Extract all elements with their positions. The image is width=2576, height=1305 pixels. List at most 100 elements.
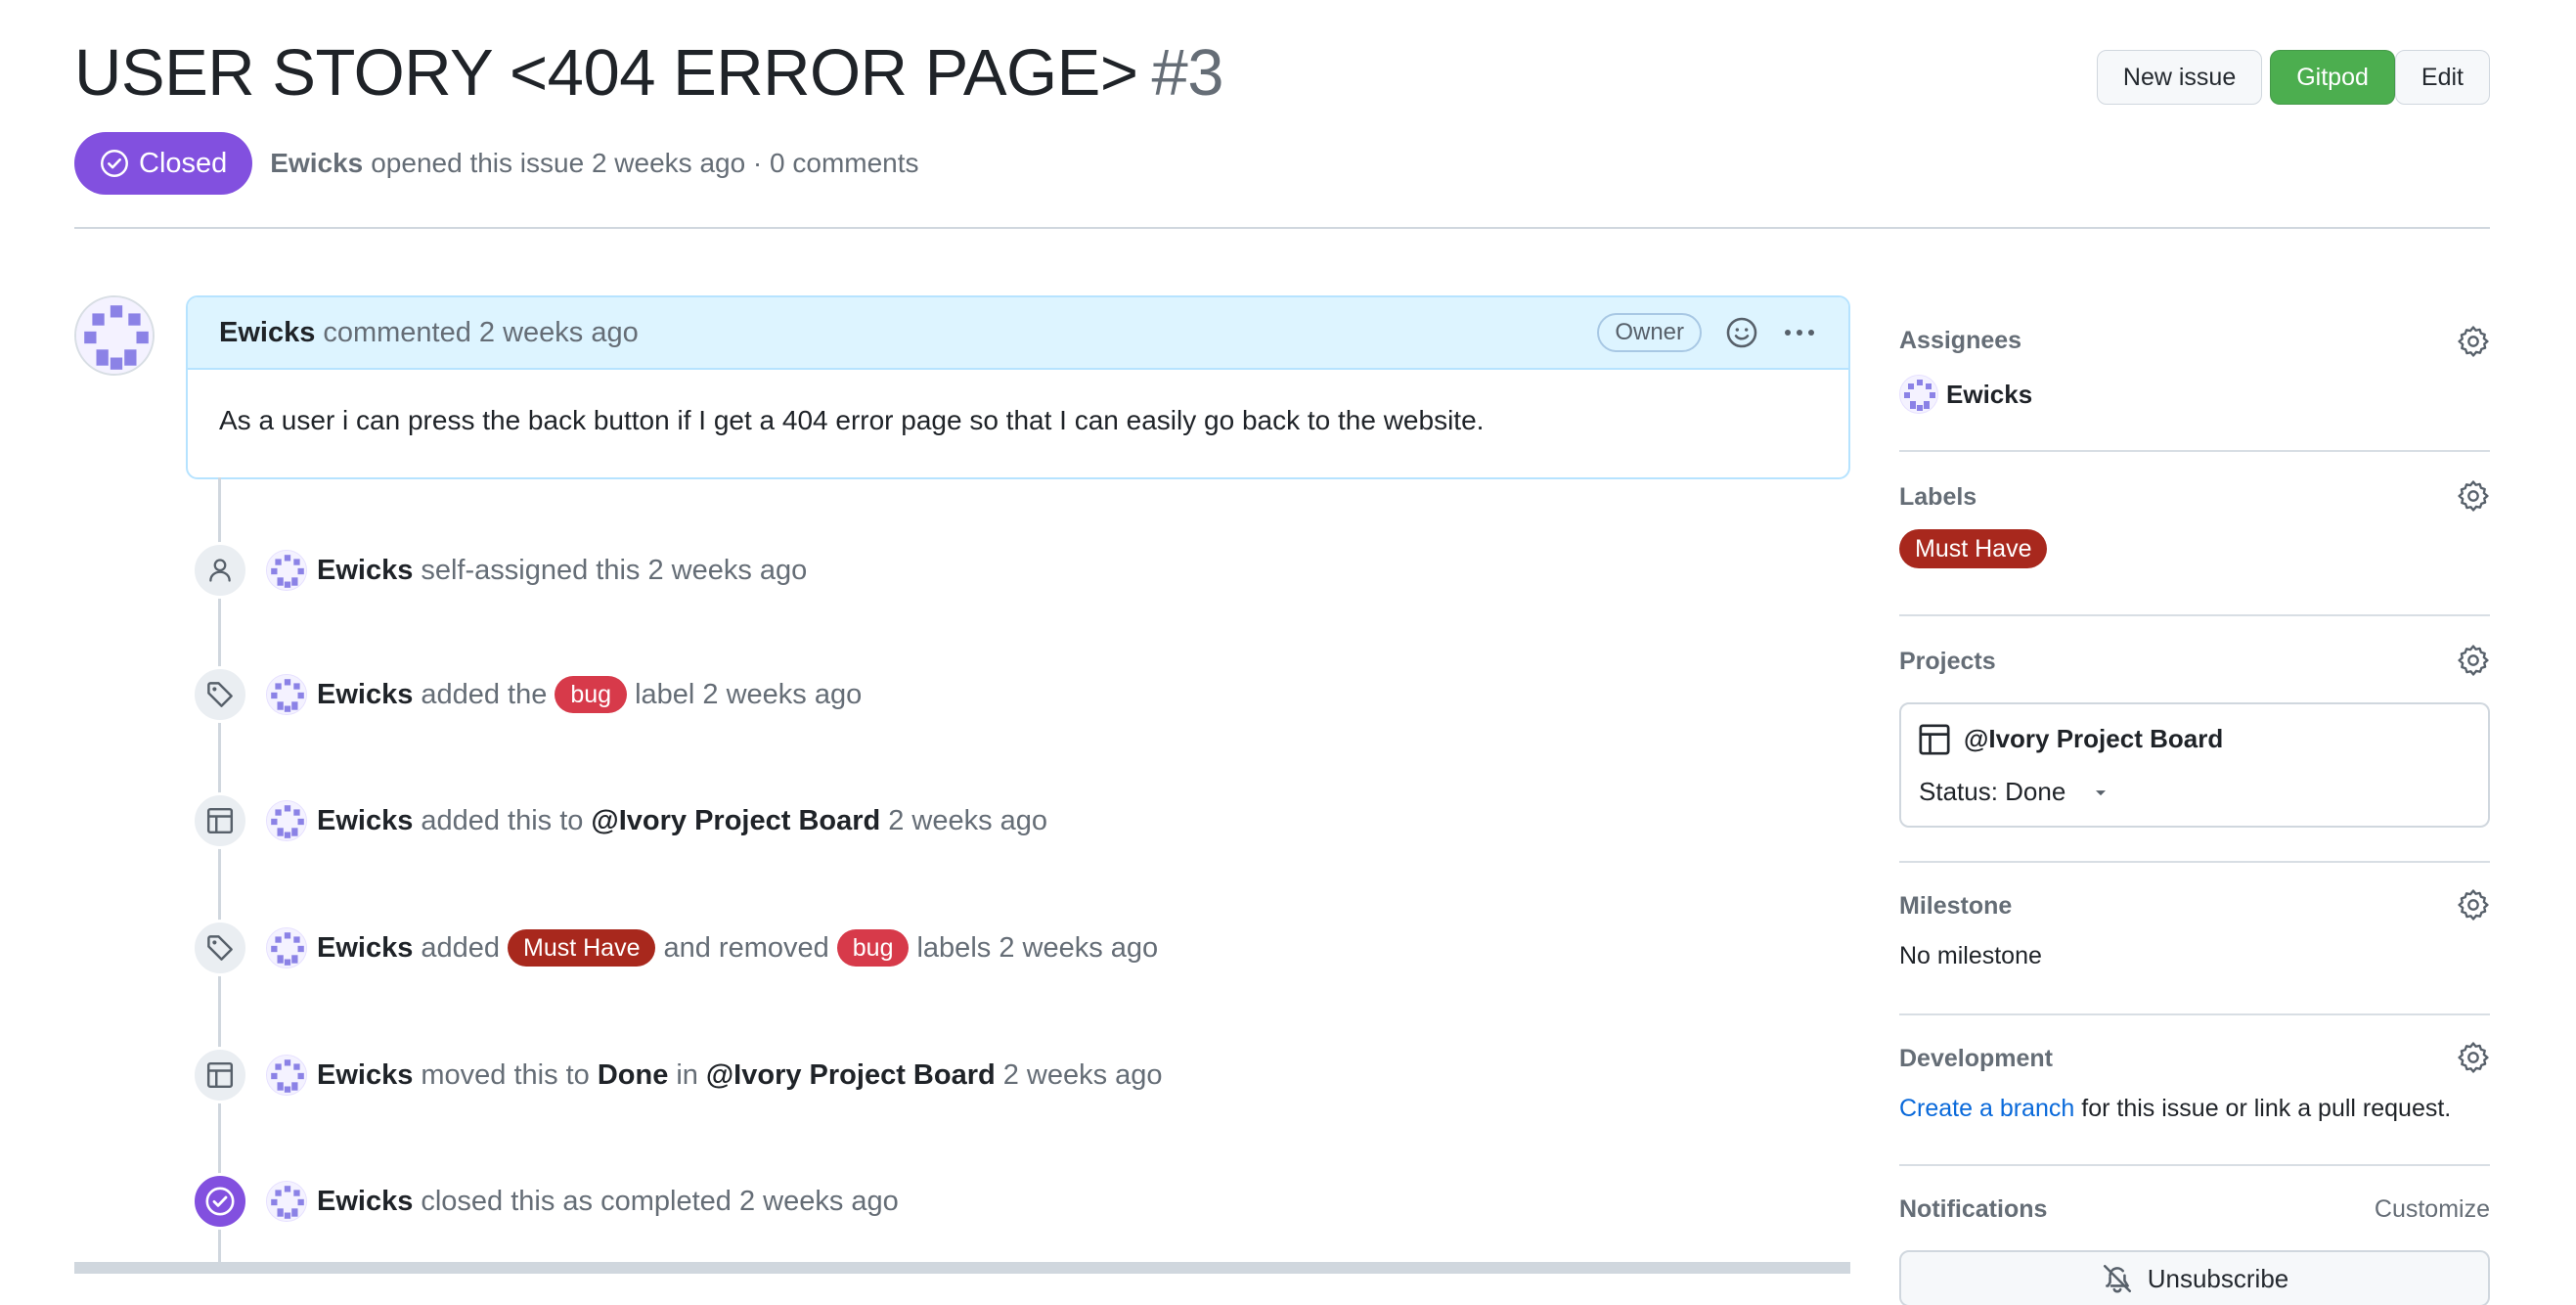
comment-meta[interactable]: commented 2 weeks ago [323,317,638,349]
identicon-avatar [267,1182,306,1221]
gitpod-button[interactable]: Gitpod [2270,50,2395,105]
bell-slash-icon [2103,1264,2131,1293]
tag-icon [207,935,233,961]
timeline-event-project-moved: Ewicks moved this to Done in @Ivory Proj… [192,1047,1171,1103]
label-must-have[interactable]: Must Have [508,929,656,967]
project-link[interactable]: @Ivory Project Board [591,805,880,837]
owner-badge: Owner [1597,313,1702,352]
sidebar-divider [1899,1013,2490,1015]
label-list: Must Have [1899,529,2490,568]
comment-options-button[interactable] [1782,325,1817,340]
smiley-icon [1726,317,1757,348]
header-divider [74,227,2490,229]
unsubscribe-label: Unsubscribe [2147,1263,2289,1293]
project-link[interactable]: @Ivory Project Board [706,1059,996,1092]
assignees-heading: Assignees [1899,327,2022,354]
event-text: closed this as completed 2 weeks ago [421,1185,899,1217]
issue-author-link[interactable]: Ewicks [270,148,363,179]
event-text: added [421,931,500,964]
sidebar-divider [1899,1164,2490,1166]
actor-avatar[interactable] [266,1181,307,1222]
unsubscribe-button[interactable]: Unsubscribe [1899,1250,2490,1305]
projects-settings-button[interactable] [2457,644,2490,682]
assignee-item[interactable]: Ewicks [1899,375,2490,414]
issue-page: USER STORY <404 ERROR PAGE> #3 New issue … [0,0,2576,1305]
label-bug[interactable]: bug [836,929,910,967]
labels-settings-button[interactable] [2457,479,2490,518]
actor-avatar[interactable] [266,674,307,715]
comment-author-avatar[interactable] [74,295,155,376]
identicon-avatar [267,1056,306,1095]
projects-heading: Projects [1899,648,1996,675]
event-text: moved this to [421,1058,590,1091]
milestone-settings-button[interactable] [2457,888,2490,926]
event-text: in [676,1058,698,1091]
assignee-name: Ewicks [1946,379,2033,409]
assignees-settings-button[interactable] [2457,325,2490,363]
event-actor-link[interactable]: Ewicks [317,932,413,965]
sidebar-projects: Projects [1899,645,2490,676]
reaction-button[interactable] [1725,316,1758,349]
milestone-value: No milestone [1899,942,2042,969]
project-status-dropdown[interactable]: Status: Done [1919,777,2110,807]
comment-author-link[interactable]: Ewicks [219,317,315,349]
timeline-event-project-added: Ewicks added this to @Ivory Project Boar… [192,792,1055,849]
issue-title: USER STORY <404 ERROR PAGE> #3 [74,35,1224,111]
event-icon [192,666,248,723]
event-actor-link[interactable]: Ewicks [317,555,413,587]
milestone-heading: Milestone [1899,892,2013,920]
sidebar-labels: Labels Must Have [1899,480,2490,568]
development-settings-button[interactable] [2457,1041,2490,1079]
closed-status-badge: Closed [74,132,253,195]
event-icon [192,920,248,976]
sidebar-milestone: Milestone No milestone [1899,889,2490,970]
development-rest-text: for this issue or link a pull request. [2081,1095,2452,1122]
customize-notifications-link[interactable]: Customize [2375,1195,2490,1224]
actor-avatar[interactable] [266,927,307,968]
issue-title-text: USER STORY <404 ERROR PAGE> [74,36,1138,110]
sidebar-assignees: Assignees Ewicks [1899,325,2490,414]
project-column: Done [597,1058,669,1091]
identicon-avatar [267,928,306,968]
label-must-have[interactable]: Must Have [1899,529,2048,568]
issue-number: #3 [1151,36,1224,110]
event-actor-link[interactable]: Ewicks [317,805,413,837]
development-text: Create a branch for this issue or link a… [1899,1095,2490,1123]
person-icon [209,559,231,582]
event-text: added this to [421,804,584,836]
sidebar-divider [1899,450,2490,452]
sidebar-divider [1899,614,2490,616]
event-text: label 2 weeks ago [635,678,863,710]
label-bug[interactable]: bug [555,676,628,713]
create-branch-link[interactable]: Create a branch [1899,1095,2074,1123]
issue-state-row: Closed Ewicks opened this issue 2 weeks … [74,132,919,195]
event-icon [192,542,248,599]
gear-icon [2458,889,2489,921]
comment-header: Ewicks commented 2 weeks ago Owner [188,297,1848,370]
project-name-link[interactable]: @Ivory Project Board [1964,724,2223,754]
identicon-avatar [76,297,153,374]
project-status-text: Status: Done [1919,777,2066,806]
event-text: labels 2 weeks ago [916,931,1159,964]
edit-button[interactable]: Edit [2394,50,2490,105]
event-actor-link[interactable]: Ewicks [317,679,413,711]
table-icon [206,807,234,834]
identicon-avatar [267,551,306,590]
header-actions: New issue Gitpod Edit [2096,50,2490,105]
labels-heading: Labels [1899,483,1977,511]
event-text: 2 weeks ago [1002,1058,1163,1091]
actor-avatar[interactable] [266,800,307,841]
actor-avatar[interactable] [266,1055,307,1096]
table-icon [206,1061,234,1089]
issue-meta: opened this issue 2 weeks ago · 0 commen… [371,148,919,178]
timeline-event-labeled: Ewicks added the bug label 2 weeks ago [192,666,869,723]
event-text: and removed [663,931,829,964]
event-actor-link[interactable]: Ewicks [317,1186,413,1218]
status-badge-label: Closed [139,147,228,179]
timeline-event-assigned: Ewicks self-assigned this 2 weeks ago [192,542,815,599]
identicon-avatar [1900,376,1937,413]
identicon-avatar [267,675,306,714]
new-issue-button[interactable]: New issue [2096,50,2263,105]
actor-avatar[interactable] [266,550,307,591]
event-actor-link[interactable]: Ewicks [317,1059,413,1092]
